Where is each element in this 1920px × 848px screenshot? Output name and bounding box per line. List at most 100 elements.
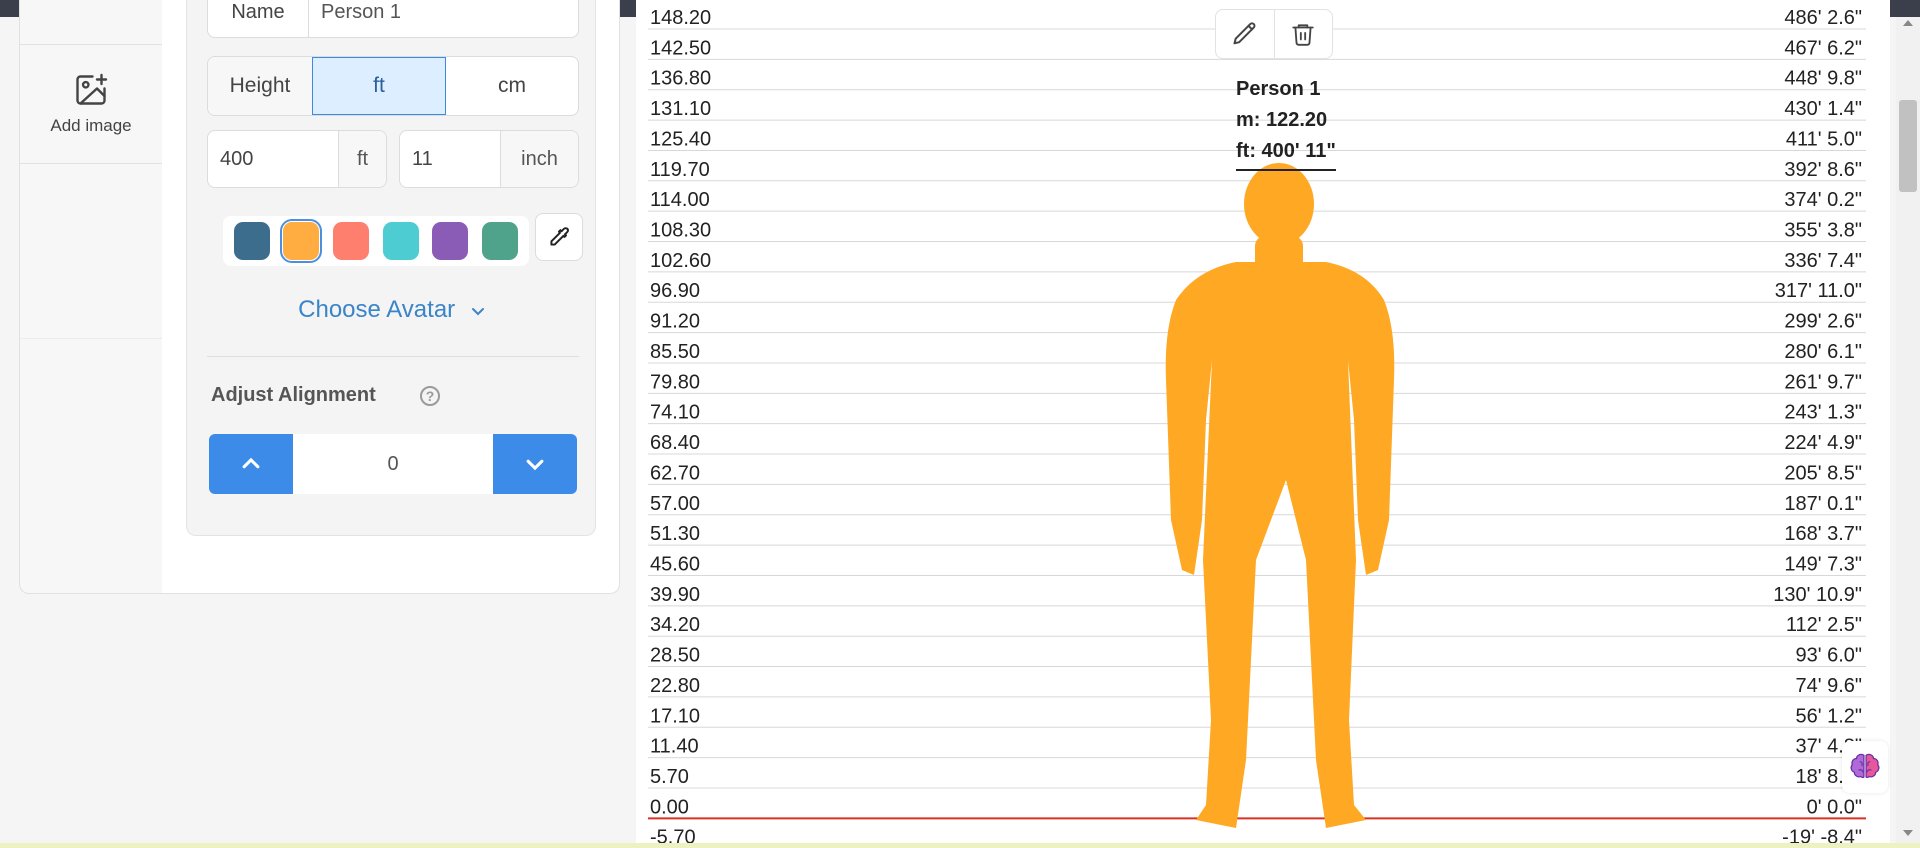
feet-field: 400 ft — [207, 130, 387, 188]
scroll-down-arrow[interactable] — [1903, 830, 1913, 836]
name-field[interactable]: Name Person 1 — [207, 0, 579, 38]
color-swatch[interactable] — [233, 222, 270, 260]
height-label-m: -5.70 — [650, 827, 696, 843]
alignment-stepper: 0 — [209, 434, 577, 494]
color-swatch[interactable] — [432, 222, 469, 260]
height-label-m: 119.70 — [650, 159, 710, 181]
height-label-m: 74.10 — [650, 402, 700, 424]
name-input[interactable]: Person 1 — [309, 0, 578, 37]
height-label-m: 102.60 — [650, 250, 711, 272]
delete-person-button[interactable] — [1275, 10, 1333, 58]
person-silhouette[interactable] — [1165, 163, 1395, 828]
height-label-m: 125.40 — [650, 128, 711, 150]
add-image-button[interactable]: Add image — [20, 45, 162, 164]
height-label-ft: 112' 2.5" — [1786, 614, 1862, 636]
chevron-up-icon — [242, 457, 260, 469]
height-label-ft: 448' 9.8" — [1784, 68, 1862, 90]
inch-input[interactable]: 11 — [400, 131, 501, 187]
height-label-m: 51.30 — [650, 523, 700, 545]
unit-option-cm[interactable]: cm — [446, 57, 578, 115]
inch-unit-label: inch — [501, 131, 578, 187]
trash-icon — [1292, 24, 1314, 46]
height-label-m: 0.00 — [650, 796, 689, 818]
height-label-m: 22.80 — [650, 675, 700, 697]
eyedropper-icon — [550, 227, 569, 246]
height-label-m: 11.40 — [650, 736, 699, 758]
feet-input[interactable]: 400 — [208, 131, 339, 187]
height-label-m: 136.80 — [650, 68, 711, 90]
height-label-ft: 149' 7.3" — [1784, 553, 1862, 575]
brain-icon[interactable] — [1842, 741, 1888, 793]
height-label-m: 39.90 — [650, 584, 700, 606]
height-label-m: 114.00 — [650, 189, 710, 211]
height-label-ft: 261' 9.7" — [1784, 371, 1862, 393]
adjust-alignment-label: Adjust Alignment — [211, 384, 376, 406]
nav-divider — [20, 338, 162, 339]
person-info: Person 1 m: 122.20 ft: 400' 11" — [1236, 74, 1336, 171]
height-label-ft: 205' 8.5" — [1784, 462, 1862, 484]
height-label-m: 17.10 — [650, 705, 700, 727]
person-name: Person 1 — [1236, 78, 1321, 100]
scroll-up-arrow[interactable] — [1903, 20, 1913, 26]
add-image-icon — [76, 73, 108, 105]
height-label-ft: 299' 2.6" — [1784, 311, 1862, 333]
choose-avatar-label: Choose Avatar — [298, 296, 456, 323]
feet-unit-label: ft — [339, 131, 386, 187]
nav-item-partial[interactable] — [20, 0, 162, 45]
height-label-m: 34.20 — [650, 614, 700, 636]
choose-avatar-button[interactable]: Choose Avatar — [187, 296, 597, 324]
color-swatch[interactable] — [280, 219, 323, 263]
height-label-ft: 392' 8.6" — [1784, 159, 1862, 181]
name-label: Name — [208, 0, 309, 37]
color-swatch[interactable] — [382, 222, 419, 260]
height-label-m: 57.00 — [650, 493, 700, 515]
color-swatch[interactable] — [482, 222, 519, 260]
color-picker-button[interactable] — [535, 213, 583, 261]
height-label-m: 5.70 — [650, 766, 689, 788]
inch-field: 11 inch — [399, 130, 579, 188]
height-label-m: 108.30 — [650, 220, 711, 242]
height-label-m: 96.90 — [650, 280, 700, 302]
pencil-icon — [1233, 22, 1256, 45]
height-label-ft: 243' 1.3" — [1784, 402, 1862, 424]
scrollbar-thumb[interactable] — [1899, 100, 1917, 192]
person-height-ft: ft: 400' 11" — [1236, 136, 1336, 171]
height-label-m: 131.10 — [650, 98, 711, 120]
height-label-ft: 187' 0.1" — [1784, 493, 1862, 515]
alignment-value[interactable]: 0 — [293, 434, 493, 494]
help-icon[interactable]: ? — [420, 386, 440, 406]
height-label-ft: 486' 2.6" — [1784, 7, 1862, 29]
height-label-ft: 74' 9.6" — [1795, 675, 1862, 697]
height-label: Height — [208, 57, 312, 115]
chevron-down-icon — [471, 307, 484, 316]
height-label-ft: 467' 6.2" — [1784, 37, 1862, 59]
height-label-ft: 0' 0.0" — [1807, 796, 1862, 818]
height-label-ft: 56' 1.2" — [1795, 705, 1862, 727]
browser-bottom-bar — [0, 843, 1920, 848]
height-label-m: 91.20 — [650, 311, 700, 333]
height-label-ft: 168' 3.7" — [1784, 523, 1862, 545]
alignment-down-button[interactable] — [493, 434, 577, 494]
height-label-m: 85.50 — [650, 341, 700, 363]
alignment-up-button[interactable] — [209, 434, 293, 494]
chevron-down-icon — [526, 459, 544, 471]
edit-person-button[interactable] — [1216, 10, 1275, 58]
height-label-ft: 374' 0.2" — [1784, 189, 1862, 211]
person-height-m: m: 122.20 — [1236, 109, 1328, 131]
unit-option-ft[interactable]: ft — [312, 57, 446, 115]
color-swatches — [223, 216, 529, 266]
height-label-m: 68.40 — [650, 432, 700, 454]
height-label-m: 28.50 — [650, 645, 700, 667]
color-swatch[interactable] — [333, 222, 370, 260]
height-label-m: 62.70 — [650, 462, 700, 484]
height-label-ft: 224' 4.9" — [1784, 432, 1862, 454]
height-label-ft: 280' 6.1" — [1784, 341, 1862, 363]
left-nav: Add image — [19, 0, 163, 594]
height-label-ft: 336' 7.4" — [1784, 250, 1862, 272]
height-label-m: 142.50 — [650, 37, 711, 59]
height-label-m: 148.20 — [650, 7, 711, 29]
person-toolbar — [1215, 9, 1333, 59]
add-image-label: Add image — [50, 116, 132, 135]
height-unit-toggle: Height ft cm — [207, 56, 579, 116]
height-label-m: 45.60 — [650, 553, 700, 575]
